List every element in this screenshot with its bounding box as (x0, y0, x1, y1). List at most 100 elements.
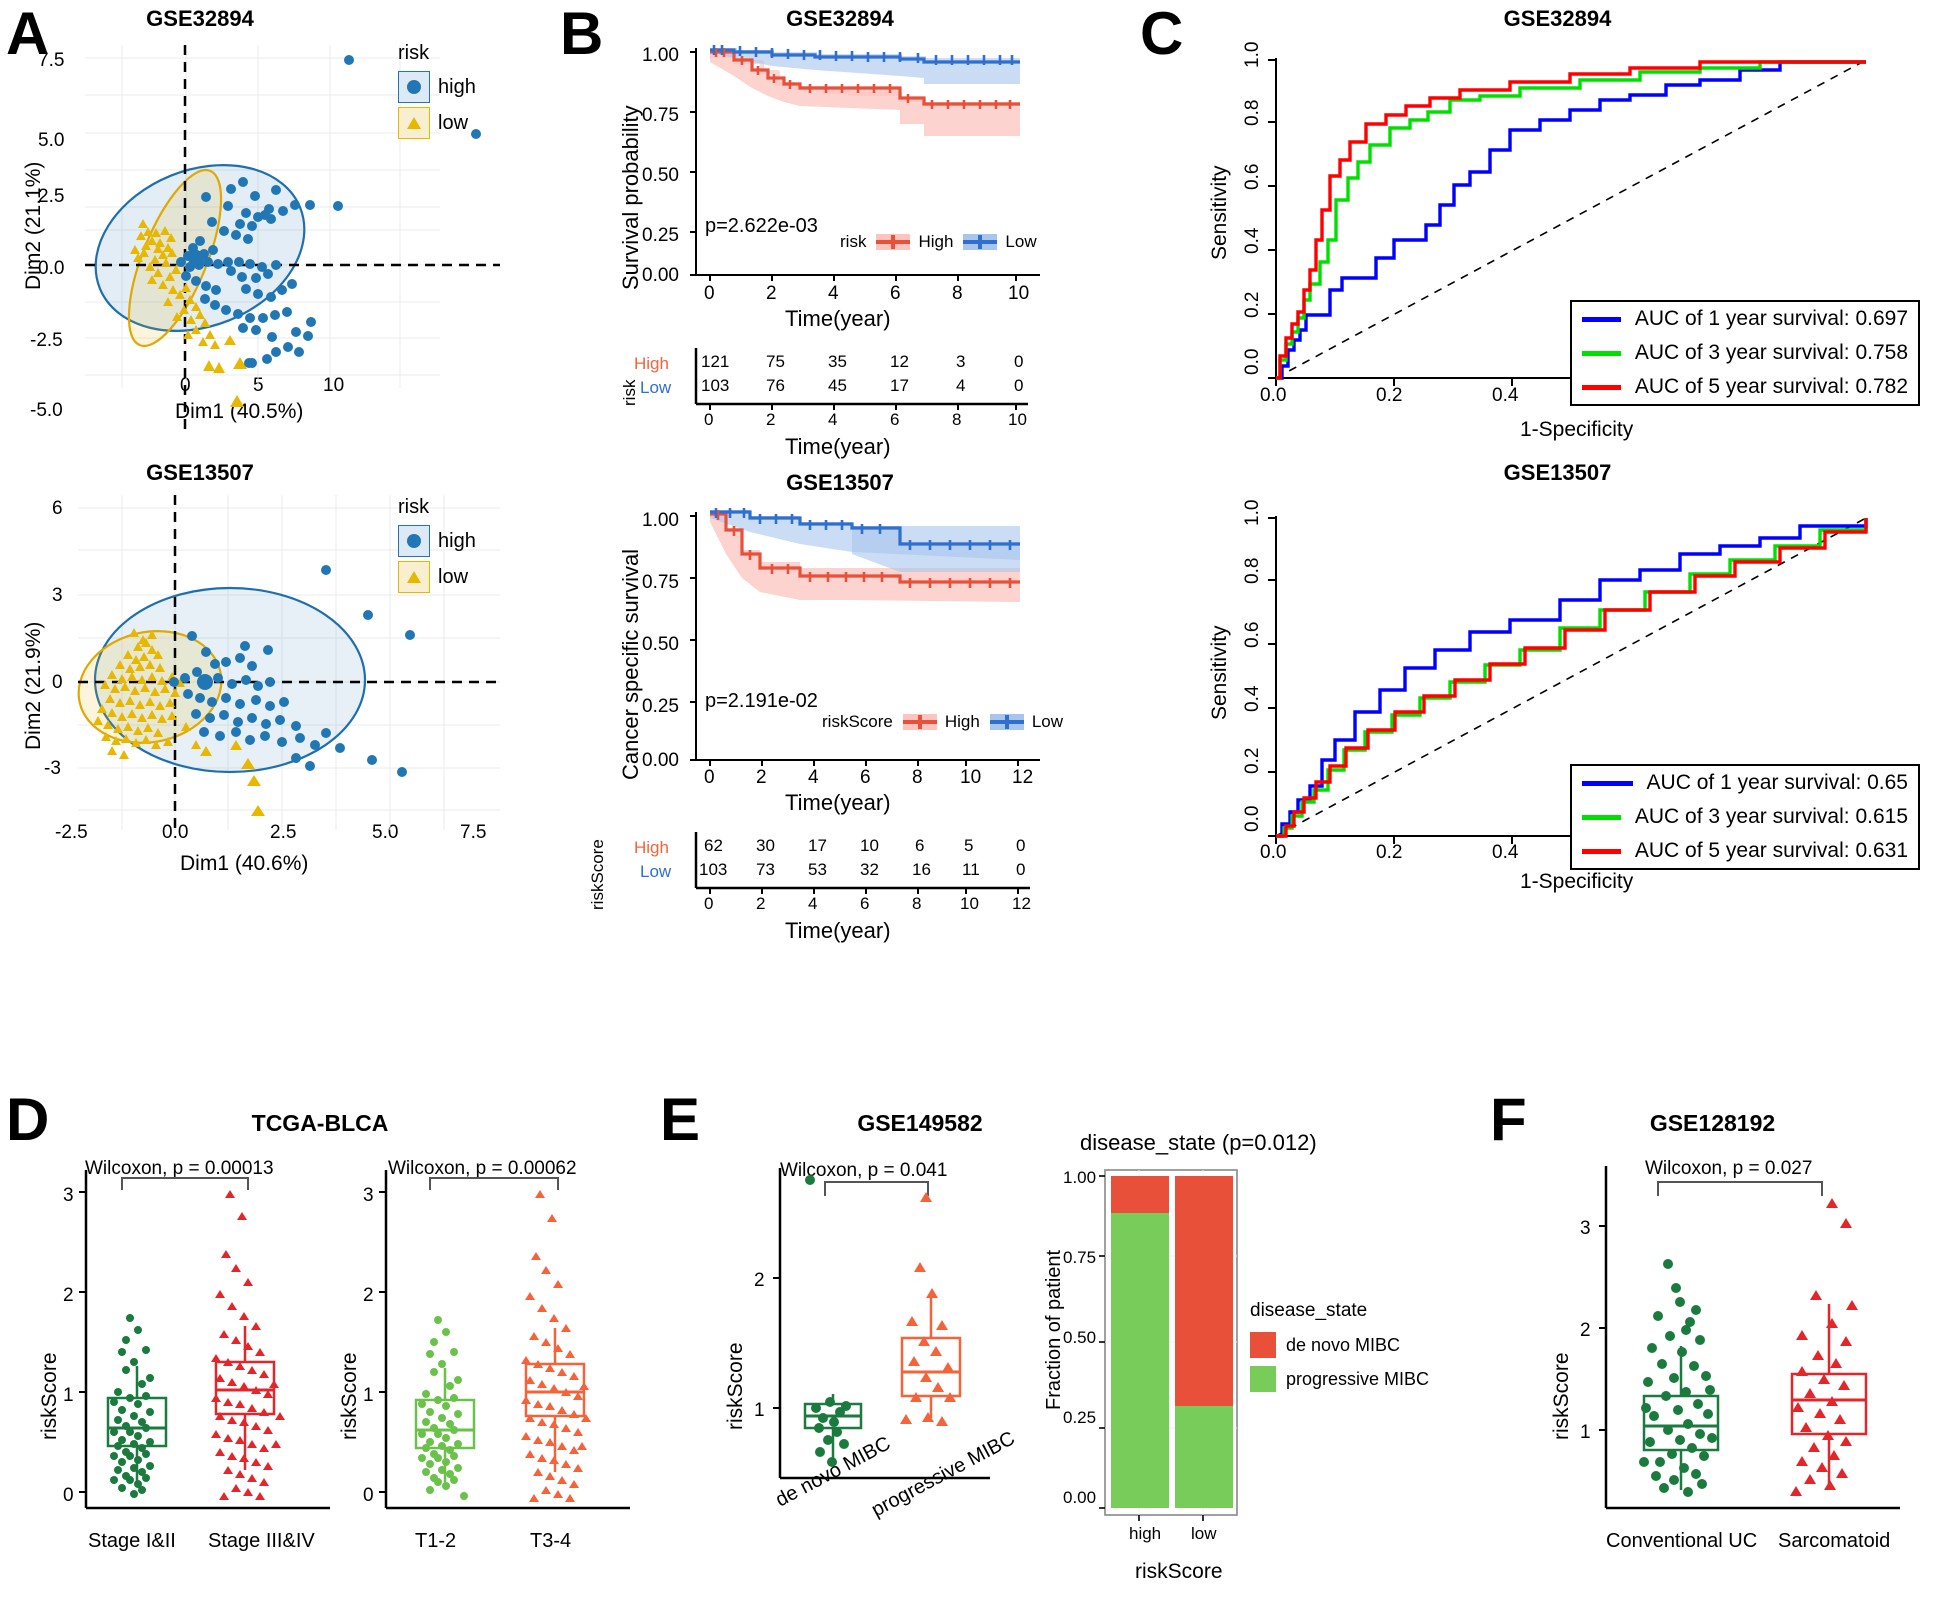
legend-swatch-high (398, 525, 430, 557)
legend-label: AUC of 3 year survival: 0.758 (1634, 341, 1908, 364)
legend-title: disease_state (1250, 1300, 1368, 1321)
risk-cell: 11 (962, 860, 980, 879)
panel-d-title: TCGA-BLCA (251, 1110, 389, 1136)
risk-time-tick: 12 (1012, 894, 1031, 913)
risk-time-tick: 4 (828, 410, 838, 429)
risk-cell: 73 (756, 860, 775, 879)
legend-line-3yr (1582, 350, 1621, 356)
risk-cell: 17 (808, 836, 827, 855)
risk-time-tick: 2 (756, 894, 766, 913)
legend-line-1yr (1582, 780, 1633, 786)
risk-table-xlabel: Time(year) (785, 918, 891, 943)
legend-line-5yr (1582, 848, 1621, 854)
km-legend: risk High Low (840, 232, 1037, 252)
panel-d-plot-tstage: Wilcoxon, p = 0.00062 riskScore 3 2 1 0 … (330, 1140, 660, 1600)
panel-c-plot-gse13507: GSE13507 Sensitivity 1-Specificity 0.0 0… (1180, 450, 1935, 900)
panel-label-e: E (660, 1086, 701, 1153)
legend-label: AUC of 1 year survival: 0.697 (1634, 307, 1908, 330)
stacked-legend: disease_state de novo MIBC progressive M… (1250, 1300, 1429, 1392)
legend-panel-a2: risk high low (398, 496, 476, 593)
panel-a-plot-gse13507: GSE13507 Dim2 (21.9%) Dim1 (40.6%) 6 3 0… (0, 450, 520, 900)
roc-legend-box-c2: AUC of 1 year survival: 0.65 AUC of 3 ye… (1570, 764, 1920, 870)
panel-f-title: GSE128192 (1649, 1110, 1776, 1136)
panel-label-b: B (560, 0, 604, 67)
legend-row: AUC of 3 year survival: 0.758 (1572, 336, 1918, 370)
risk-cell: 35 (828, 352, 847, 371)
legend-swatch-progressive (1250, 1366, 1276, 1392)
risk-cell: 10 (860, 836, 879, 855)
legend-label: AUC of 5 year survival: 0.782 (1634, 375, 1908, 398)
panel-b-plot-gse32894: GSE32894 Survival probability Time(year)… (600, 0, 1080, 520)
legend-marker-high (902, 714, 937, 730)
legend-label: high (438, 529, 476, 552)
boxplot-svg (773, 1168, 990, 1480)
risk-cell: 45 (828, 376, 847, 395)
risk-cell: 76 (766, 376, 785, 395)
risk-cell: 121 (701, 352, 730, 371)
risk-time-tick: 0 (704, 410, 714, 429)
risk-cell: 4 (956, 376, 966, 395)
risk-time-tick: 10 (960, 894, 979, 913)
legend-label: AUC of 5 year survival: 0.631 (1634, 839, 1908, 862)
legend-label: Low (1031, 712, 1064, 731)
legend-label: low (438, 111, 469, 134)
legend-label: High (918, 232, 954, 251)
risk-cell: 0 (1016, 860, 1026, 879)
risk-cell: 103 (699, 860, 728, 879)
legend-title: risk (840, 232, 867, 251)
panel-f-boxplot: Wilcoxon, p = 0.027 riskScore 3 2 1 Conv… (1540, 1140, 1935, 1610)
risk-time-tick: 10 (1008, 410, 1027, 429)
risk-cell: 16 (912, 860, 931, 879)
legend-label: low (438, 565, 469, 588)
panel-c-plot-gse32894: GSE32894 Sensitivity 1-Specificity 0.0 0… (1180, 0, 1935, 450)
panel-a-plot-gse32894: GSE32894 Dim2 (21.1%) Dim1 (40.5%) 7.5 5… (0, 0, 520, 440)
legend-swatch-low (398, 561, 430, 593)
roc-legend-box-c1: AUC of 1 year survival: 0.697 AUC of 3 y… (1570, 300, 1920, 406)
legend-label: high (438, 75, 476, 98)
legend-row: AUC of 3 year survival: 0.615 (1572, 800, 1918, 834)
boxplot-svg (379, 1170, 630, 1510)
risk-cell: 53 (808, 860, 827, 879)
risk-time-tick: 6 (860, 894, 870, 913)
x-axis-title: Time(year) (785, 306, 891, 331)
km-legend: riskScore High Low (822, 712, 1063, 732)
risk-table-b2: riskScore High Low 62 30 17 10 6 5 0 103… (588, 832, 1080, 952)
km-curve-svg (690, 508, 1040, 766)
risk-cell: 75 (766, 352, 785, 371)
panel-d-plot-stage: Wilcoxon, p = 0.00013 riskScore 3 2 1 0 … (30, 1140, 360, 1600)
risk-time-tick: 8 (912, 894, 922, 913)
legend-row: AUC of 5 year survival: 0.782 (1572, 370, 1918, 404)
legend-label: High (944, 712, 980, 731)
risk-time-tick: 6 (890, 410, 900, 429)
legend-swatch-de-novo (1250, 1332, 1276, 1358)
legend-line-1yr (1582, 316, 1621, 322)
legend-line-3yr (1582, 814, 1621, 820)
risk-time-tick: 0 (704, 894, 714, 913)
risk-cell: 17 (890, 376, 909, 395)
km-curve-svg (690, 45, 1040, 281)
risk-cell: 5 (964, 836, 974, 855)
legend-title: riskScore (822, 712, 893, 731)
risk-cell: 0 (1016, 836, 1026, 855)
panel-b-plot-gse13507: GSE13507 Cancer specific survival Time(y… (588, 450, 1080, 1010)
legend-label: AUC of 3 year survival: 0.615 (1634, 805, 1908, 828)
risk-cell: 103 (701, 376, 730, 395)
legend-swatch-high (398, 71, 430, 103)
legend-marker-high (876, 234, 911, 250)
risk-time-tick: 4 (808, 894, 818, 913)
risk-cell: 6 (915, 836, 925, 855)
legend-row: AUC of 1 year survival: 0.65 (1572, 766, 1918, 800)
boxplot-svg (1599, 1166, 1900, 1510)
legend-label: AUC of 1 year survival: 0.65 (1646, 771, 1908, 794)
legend-marker-low (963, 234, 998, 250)
risk-cell: 0 (1014, 352, 1024, 371)
panel-label-c: C (1140, 0, 1184, 67)
risk-cell: 32 (860, 860, 879, 879)
legend-marker-low (989, 714, 1024, 730)
risk-cell: 30 (756, 836, 775, 855)
legend-label: de novo MIBC (1286, 1334, 1401, 1355)
risk-time-tick: 8 (952, 410, 962, 429)
legend-row: AUC of 5 year survival: 0.631 (1572, 834, 1918, 868)
legend-title: risk (398, 42, 430, 64)
panel-e-boxplot: Wilcoxon, p = 0.041 riskScore 2 1 de nov… (720, 1140, 1050, 1610)
